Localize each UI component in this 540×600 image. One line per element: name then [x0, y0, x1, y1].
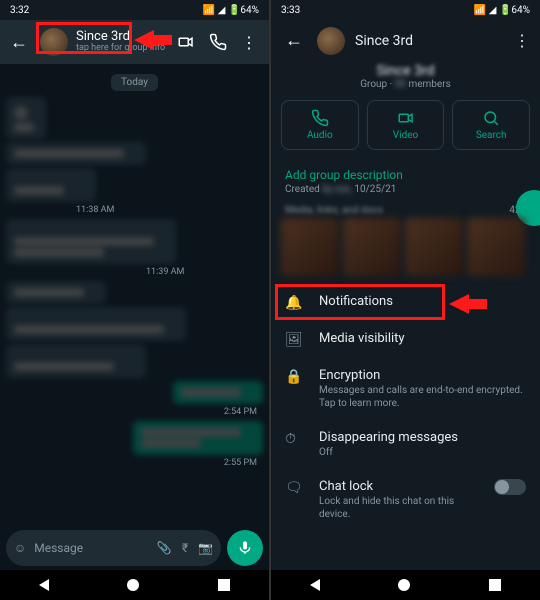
day-label: Today [111, 74, 158, 91]
action-row: Audio Video Search [271, 96, 540, 160]
currency-icon[interactable]: ₹ [182, 541, 188, 555]
annotation-arrow [134, 30, 154, 50]
status-time: 3:33 [281, 5, 300, 16]
chat-lock-item[interactable]: 🗨 Chat lock Lock and hide this chat on t… [271, 469, 540, 531]
disappearing-item[interactable]: ⏱ Disappearing messages Off [271, 420, 540, 469]
group-avatar[interactable] [40, 28, 68, 56]
message-input[interactable]: ☺ Message 📎 ₹ 📷 [6, 530, 221, 566]
nav-back-icon[interactable] [39, 579, 49, 591]
media-header[interactable]: Media, links, and docs 42 › [271, 203, 540, 218]
video-call-icon[interactable] [177, 33, 195, 51]
android-nav [0, 570, 269, 600]
group-info-screen: 3:33 📶 ◢ 🔋64% ← Since 3rd ⋮ Since 3rd Gr… [271, 0, 540, 600]
description-section[interactable]: Add group description Created by xxx, 10… [271, 160, 540, 203]
chat-body[interactable]: Today 11:38 AM 11:39 AM 2:54 PM 2:55 PM [0, 64, 269, 526]
media-thumb[interactable] [281, 218, 339, 276]
status-time: 3:32 [10, 5, 29, 16]
status-bar: 3:33 📶 ◢ 🔋64% [271, 0, 540, 20]
group-avatar[interactable] [317, 27, 345, 55]
chat-lock-icon: 🗨 [285, 480, 303, 496]
annotation-arrow [449, 294, 469, 314]
info-header-title: Since 3rd [355, 33, 413, 49]
audio-call-button[interactable]: Audio [281, 100, 359, 150]
mic-button[interactable] [227, 530, 263, 566]
chat-header[interactable]: ← Since 3rd tap here for group info ⋮ [0, 20, 269, 64]
input-bar: ☺ Message 📎 ₹ 📷 [0, 526, 269, 570]
timestamp: 2:55 PM [6, 458, 257, 468]
emoji-icon[interactable]: ☺ [14, 541, 26, 555]
notifications-item[interactable]: 🔔 Notifications [271, 284, 540, 321]
back-icon[interactable]: ← [281, 26, 307, 55]
nav-back-icon[interactable] [310, 579, 320, 591]
group-members-line: Group · 00 members [271, 79, 540, 90]
status-bar: 3:32 📶 ◢ 🔋64% [0, 0, 269, 20]
media-thumb[interactable] [343, 218, 401, 276]
media-thumb[interactable] [467, 218, 525, 276]
timestamp: 2:54 PM [6, 407, 257, 417]
menu-icon[interactable]: ⋮ [241, 33, 257, 52]
menu-icon[interactable]: ⋮ [514, 31, 530, 50]
info-header: ← Since 3rd ⋮ [271, 20, 540, 61]
search-button[interactable]: Search [452, 100, 530, 150]
media-thumb[interactable] [405, 218, 463, 276]
chat-subtitle: tap here for group info [76, 44, 169, 54]
lock-icon: 🔒 [285, 369, 303, 385]
android-nav [271, 570, 540, 600]
input-placeholder: Message [34, 541, 83, 555]
add-description-link[interactable]: Add group description [285, 168, 526, 182]
status-icons: 📶 ◢ 🔋64% [203, 5, 259, 16]
attach-icon[interactable]: 📎 [157, 541, 172, 555]
created-line: Created by xxx, 10/25/21 [285, 184, 526, 195]
timestamp: 11:39 AM [146, 267, 257, 277]
encryption-item[interactable]: 🔒 Encryption Messages and calls are end-… [271, 358, 540, 420]
timer-icon: ⏱ [285, 431, 303, 447]
image-icon: 🖼 [285, 332, 303, 348]
bell-icon: 🔔 [285, 295, 303, 311]
nav-recents-icon[interactable] [489, 579, 501, 591]
video-call-button[interactable]: Video [367, 100, 445, 150]
camera-icon[interactable]: 📷 [198, 541, 213, 555]
nav-home-icon[interactable] [127, 579, 139, 591]
media-visibility-item[interactable]: 🖼 Media visibility [271, 321, 540, 358]
chat-lock-toggle[interactable] [494, 479, 526, 495]
nav-home-icon[interactable] [398, 579, 410, 591]
chat-screen: 3:32 📶 ◢ 🔋64% ← Since 3rd tap here for g… [0, 0, 269, 600]
info-scroll[interactable]: Since 3rd Group · 00 members Audio Video… [271, 61, 540, 570]
voice-call-icon[interactable] [209, 33, 227, 51]
back-icon[interactable]: ← [6, 28, 32, 57]
nav-recents-icon[interactable] [218, 579, 230, 591]
status-icons: 📶 ◢ 🔋64% [474, 5, 530, 16]
group-name: Since 3rd [271, 63, 540, 79]
timestamp: 11:38 AM [76, 205, 257, 215]
media-strip[interactable] [271, 218, 540, 284]
